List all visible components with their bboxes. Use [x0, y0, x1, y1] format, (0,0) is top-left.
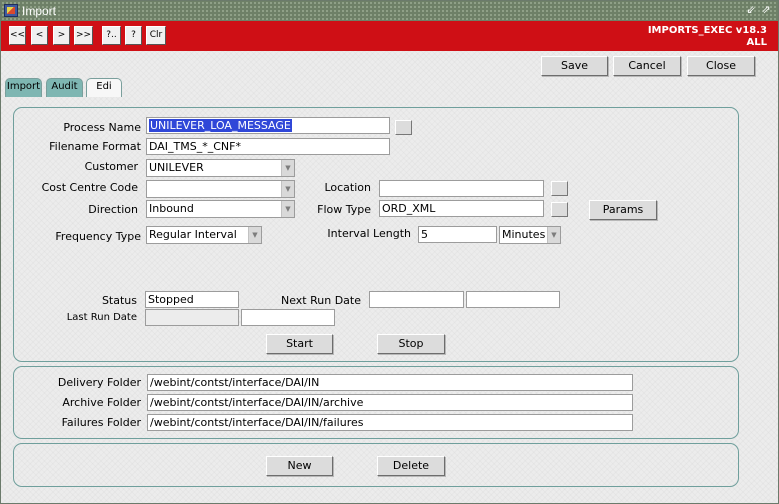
- cost-centre-code-select[interactable]: ▼: [146, 180, 295, 198]
- first-record-button[interactable]: <<: [9, 26, 26, 45]
- customer-label: Customer: [84, 160, 138, 173]
- cost-centre-code-label: Cost Centre Code: [41, 181, 138, 194]
- frequency-type-value: Regular Interval: [149, 228, 237, 241]
- execute-query-button[interactable]: ?: [125, 26, 142, 45]
- app-info: IMPORTS_EXEC v18.3 ALL: [648, 25, 767, 49]
- delivery-folder-field[interactable]: /webint/contst/interface/DAI/IN: [147, 374, 633, 391]
- interval-unit-select[interactable]: Minutes ▼: [499, 226, 561, 244]
- last-run-time-field: [241, 309, 335, 326]
- toolbar: << < > >> ?.. ? Clr IMPORTS_EXEC v18.3 A…: [1, 21, 778, 51]
- title-bar[interactable]: Import ⇙ ⇗: [1, 1, 778, 21]
- filename-format-label: Filename Format: [49, 140, 141, 153]
- chevron-down-icon[interactable]: ▼: [281, 160, 294, 176]
- close-button[interactable]: Close: [687, 56, 755, 76]
- next-run-date-label: Next Run Date: [280, 294, 361, 307]
- app-icon: [4, 4, 18, 17]
- import-window: Import ⇙ ⇗ << < > >> ?.. ? Clr IMPORTS_E…: [0, 0, 779, 504]
- archive-folder-field[interactable]: /webint/contst/interface/DAI/IN/archive: [147, 394, 633, 411]
- app-scope: ALL: [746, 37, 767, 48]
- customer-select[interactable]: UNILEVER ▼: [146, 159, 295, 177]
- process-name-label: Process Name: [63, 121, 141, 134]
- filename-format-field[interactable]: DAI_TMS_*_CNF*: [146, 138, 390, 155]
- archive-folder-label: Archive Folder: [62, 396, 141, 409]
- direction-label: Direction: [88, 203, 138, 216]
- direction-select[interactable]: Inbound ▼: [146, 200, 295, 218]
- cancel-button[interactable]: Cancel: [613, 56, 681, 76]
- status-field: Stopped: [145, 291, 239, 308]
- delete-button[interactable]: Delete: [377, 456, 445, 476]
- status-label: Status: [101, 294, 137, 307]
- frequency-type-label: Frequency Type: [55, 230, 141, 243]
- app-name: IMPORTS_EXEC v18.3: [647, 25, 767, 36]
- enter-query-button[interactable]: ?..: [102, 26, 121, 45]
- next-record-button[interactable]: >: [53, 26, 70, 45]
- interval-unit-value: Minutes: [502, 228, 546, 241]
- minimize-icon[interactable]: ⇙: [744, 3, 758, 17]
- flow-type-field[interactable]: ORD_XML: [379, 200, 544, 217]
- next-run-time-field: [466, 291, 560, 308]
- tab-import[interactable]: Import: [5, 78, 42, 97]
- start-button[interactable]: Start: [266, 334, 333, 354]
- tab-edi[interactable]: Edi: [86, 78, 122, 97]
- content-area: Save Cancel Close Import Audit Edi Proce…: [1, 51, 778, 503]
- save-button[interactable]: Save: [541, 56, 608, 76]
- stop-button[interactable]: Stop: [377, 334, 445, 354]
- chevron-down-icon[interactable]: ▼: [248, 227, 261, 243]
- previous-record-button[interactable]: <: [31, 26, 48, 45]
- params-button[interactable]: Params: [589, 200, 657, 220]
- tab-audit[interactable]: Audit: [46, 78, 83, 97]
- chevron-down-icon[interactable]: ▼: [547, 227, 560, 243]
- last-run-date-label: Last Run Date: [66, 312, 137, 323]
- last-run-date-field: [145, 309, 239, 326]
- interval-length-field[interactable]: 5: [418, 226, 497, 243]
- clear-button[interactable]: Clr: [146, 26, 166, 45]
- direction-value: Inbound: [149, 202, 194, 215]
- process-name-field[interactable]: UNILEVER_LOA_MESSAGE: [146, 117, 390, 134]
- next-run-date-field: [369, 291, 464, 308]
- frequency-type-select[interactable]: Regular Interval ▼: [146, 226, 262, 244]
- process-name-lov-button[interactable]: [395, 120, 412, 135]
- new-button[interactable]: New: [266, 456, 333, 476]
- window-title: Import: [22, 4, 57, 18]
- failures-folder-label: Failures Folder: [61, 416, 141, 429]
- interval-length-label: Interval Length: [327, 227, 411, 240]
- location-field[interactable]: [379, 180, 544, 197]
- last-record-button[interactable]: >>: [74, 26, 93, 45]
- flow-type-label: Flow Type: [317, 203, 371, 216]
- process-name-value: UNILEVER_LOA_MESSAGE: [149, 119, 292, 132]
- location-label: Location: [324, 181, 371, 194]
- flow-type-lov-button[interactable]: [551, 202, 568, 217]
- record-actions-panel: [13, 443, 739, 487]
- failures-folder-field[interactable]: /webint/contst/interface/DAI/IN/failures: [147, 414, 633, 431]
- delivery-folder-label: Delivery Folder: [57, 376, 141, 389]
- customer-value: UNILEVER: [149, 161, 204, 174]
- maximize-icon[interactable]: ⇗: [759, 3, 773, 17]
- location-lov-button[interactable]: [551, 181, 568, 196]
